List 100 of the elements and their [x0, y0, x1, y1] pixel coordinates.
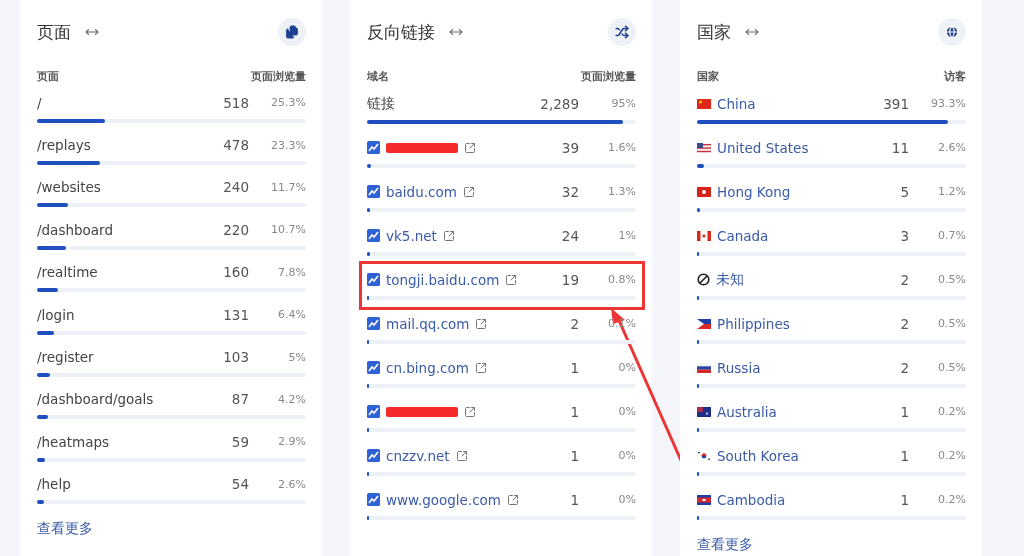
count-value: 54 — [231, 476, 249, 493]
count-value: 391 — [883, 95, 909, 112]
count-value: 478 — [223, 137, 249, 154]
shuffle-icon — [615, 25, 629, 39]
row-label: 链接 — [367, 94, 395, 113]
flag-icon — [697, 142, 711, 153]
domain-link[interactable]: baidu.com — [386, 183, 457, 200]
share-percent: 25.3% — [270, 96, 306, 110]
count-value: 2 — [570, 315, 579, 332]
country-link[interactable]: Philippines — [717, 315, 790, 332]
count-value: 39 — [561, 139, 579, 156]
count-value: 1 — [900, 491, 909, 508]
external-link-icon[interactable] — [442, 229, 455, 242]
share-percent: 0% — [617, 493, 636, 506]
count-value: 32 — [561, 183, 579, 200]
count-value: 1 — [570, 403, 579, 420]
domain-link[interactable]: mail.qq.com — [386, 315, 470, 332]
flag-icon — [697, 186, 711, 197]
row-label: /register — [37, 349, 94, 366]
chart-icon — [367, 229, 380, 242]
chart-icon — [367, 405, 380, 418]
domain-link[interactable]: tongji.baidu.com — [386, 271, 500, 288]
country-link[interactable]: United States — [717, 139, 809, 156]
count-value: 220 — [223, 221, 249, 238]
column-header: 域名 — [367, 68, 389, 84]
country-link[interactable]: Canada — [717, 227, 769, 244]
external-link-icon[interactable] — [455, 449, 468, 462]
count-value: 1 — [900, 403, 909, 420]
card-icon-button[interactable] — [278, 18, 306, 46]
flag-icon — [697, 450, 711, 461]
column-header: 访客 — [944, 68, 966, 84]
country-link[interactable]: South Korea — [717, 447, 799, 464]
see-more-link[interactable]: 查看更多 — [697, 536, 753, 554]
external-link-icon[interactable] — [475, 317, 488, 330]
row-label: /dashboard — [37, 221, 113, 238]
flag-icon — [697, 362, 711, 373]
domain-link[interactable]: cn.bing.com — [386, 359, 469, 376]
chart-icon — [367, 273, 380, 286]
count-value: 24 — [561, 227, 579, 244]
count-value: 3 — [900, 227, 909, 244]
share-percent: 0% — [617, 405, 636, 418]
card-title: 页面 — [37, 20, 71, 44]
country-link[interactable]: China — [717, 95, 756, 112]
share-percent: 7.8% — [277, 265, 306, 279]
share-percent: 0% — [617, 361, 636, 374]
count-value: 160 — [223, 264, 249, 281]
card-title: 国家 — [697, 20, 731, 44]
flag-icon — [697, 98, 711, 109]
country-link[interactable]: Russia — [717, 359, 761, 376]
share-percent: 95% — [610, 97, 636, 110]
chart-icon — [367, 361, 380, 374]
row-label: / — [37, 94, 42, 111]
flag-icon — [697, 318, 711, 329]
count-value: 19 — [561, 271, 579, 288]
share-percent: 93.3% — [930, 97, 966, 110]
count-value: 2 — [900, 359, 909, 376]
external-link-icon[interactable] — [505, 273, 518, 286]
domain-link[interactable]: vk5.net — [386, 227, 437, 244]
share-percent: 0.2% — [937, 405, 966, 418]
share-percent: 0.2% — [937, 493, 966, 506]
country-link[interactable]: Hong Kong — [717, 183, 791, 200]
share-percent: 0.5% — [937, 361, 966, 374]
country-link[interactable]: 未知 — [716, 270, 744, 289]
domain-link[interactable]: cnzzv.net — [386, 447, 450, 464]
chart-icon — [367, 317, 380, 330]
copy-icon — [285, 25, 299, 39]
external-link-icon[interactable] — [507, 493, 519, 506]
share-percent: 0.5% — [937, 273, 966, 286]
share-percent: 1.3% — [607, 185, 636, 198]
country-link[interactable]: Australia — [717, 403, 777, 420]
country-link[interactable]: Cambodia — [717, 491, 786, 508]
chart-icon — [367, 493, 380, 506]
domain-link[interactable]: www.google.com — [386, 491, 501, 508]
see-more-link[interactable]: 查看更多 — [37, 519, 93, 538]
external-link-icon[interactable] — [462, 185, 475, 198]
row-label: /help — [37, 476, 71, 493]
share-percent: 11.7% — [270, 180, 306, 194]
count-value: 131 — [223, 306, 249, 323]
count-value: 2,289 — [540, 95, 579, 112]
column-header: 国家 — [697, 68, 719, 84]
external-link-icon[interactable] — [474, 361, 487, 374]
card-title: 反向链接 — [367, 20, 435, 44]
row-label: /login — [37, 306, 75, 323]
card-icon-button[interactable] — [608, 18, 636, 46]
card-icon-button[interactable] — [938, 18, 966, 46]
row-label: /realtime — [37, 264, 98, 281]
globe-icon — [945, 25, 959, 39]
count-value: 2 — [900, 271, 909, 288]
count-value: 2 — [900, 315, 909, 332]
column-header: 页面浏览量 — [251, 68, 306, 84]
count-value: 87 — [231, 391, 249, 408]
share-percent: 6.4% — [277, 308, 306, 322]
row-label: /websites — [37, 179, 101, 196]
flag-icon — [697, 406, 711, 417]
share-percent: 2.6% — [937, 141, 966, 154]
external-link-icon[interactable] — [464, 141, 476, 154]
count-value: 1 — [570, 447, 579, 464]
share-percent: 0% — [617, 449, 636, 462]
count-value: 59 — [231, 433, 249, 450]
external-link-icon[interactable] — [464, 405, 476, 418]
